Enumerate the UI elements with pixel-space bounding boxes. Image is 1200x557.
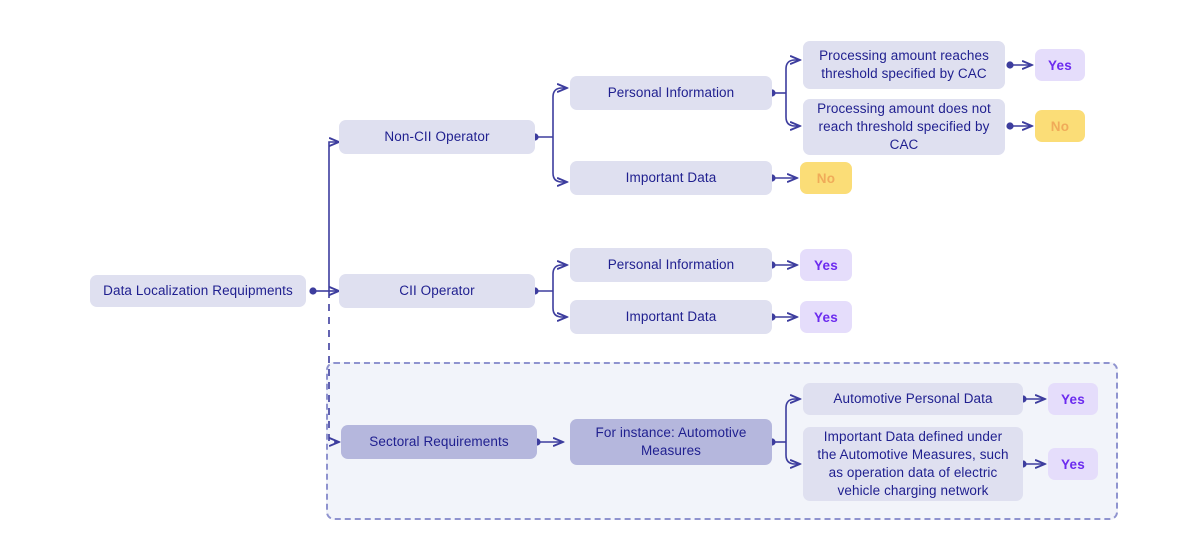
- node-label: Personal Information: [607, 85, 735, 101]
- badge-cac-threshold-not-reached-result: No: [1035, 110, 1085, 142]
- node-non-cii-important-data[interactable]: Important Data: [570, 161, 772, 195]
- badge-non-cii-important-data-result: No: [800, 162, 852, 194]
- node-label: Personal Information: [607, 257, 735, 273]
- badge-label: Yes: [1061, 456, 1085, 472]
- node-automotive-personal-data[interactable]: Automotive Personal Data: [803, 383, 1023, 415]
- node-label: Automotive Personal Data: [833, 391, 993, 407]
- node-label: Important Data defined under the Automot…: [817, 429, 1009, 498]
- badge-cac-threshold-reached-result: Yes: [1035, 49, 1085, 81]
- node-label: Sectoral Requirements: [369, 434, 509, 450]
- badge-label: Yes: [814, 257, 838, 273]
- badge-automotive-personal-data-result: Yes: [1048, 383, 1098, 415]
- node-label: Important Data: [625, 309, 717, 325]
- node-sectoral-requirements[interactable]: Sectoral Requirements: [341, 425, 537, 459]
- node-label: CII Operator: [399, 283, 475, 299]
- badge-label: Yes: [814, 309, 838, 325]
- node-cii-personal-information[interactable]: Personal Information: [570, 248, 772, 282]
- badge-label: No: [816, 170, 836, 186]
- node-automotive-measures[interactable]: For instance: Automotive Measures: [570, 419, 772, 465]
- node-automotive-important-data[interactable]: Important Data defined under the Automot…: [803, 427, 1023, 501]
- badge-cii-important-data-result: Yes: [800, 301, 852, 333]
- node-label: Data Localization Requipments: [103, 283, 293, 299]
- badge-automotive-important-data-result: Yes: [1048, 448, 1098, 480]
- badge-label: Yes: [1048, 57, 1072, 73]
- badge-label: Yes: [1061, 391, 1085, 407]
- node-non-cii-operator[interactable]: Non-CII Operator: [339, 120, 535, 154]
- node-cac-threshold-not-reached[interactable]: Processing amount does not reach thresho…: [803, 99, 1005, 155]
- node-non-cii-personal-information[interactable]: Personal Information: [570, 76, 772, 110]
- badge-cii-personal-information-result: Yes: [800, 249, 852, 281]
- node-label: For instance: Automotive Measures: [595, 425, 747, 458]
- node-cac-threshold-reached[interactable]: Processing amount reaches threshold spec…: [803, 41, 1005, 89]
- node-label: Processing amount reaches threshold spec…: [819, 48, 989, 81]
- badge-label: No: [1050, 118, 1070, 134]
- node-label: Non-CII Operator: [384, 129, 490, 145]
- flowchart-canvas: Data Localization Requipments Non-CII Op…: [0, 0, 1200, 557]
- node-cii-operator[interactable]: CII Operator: [339, 274, 535, 308]
- node-cii-important-data[interactable]: Important Data: [570, 300, 772, 334]
- node-label: Processing amount does not reach thresho…: [817, 101, 991, 152]
- node-label: Important Data: [625, 170, 717, 186]
- node-data-localization-requirements[interactable]: Data Localization Requipments: [90, 275, 306, 307]
